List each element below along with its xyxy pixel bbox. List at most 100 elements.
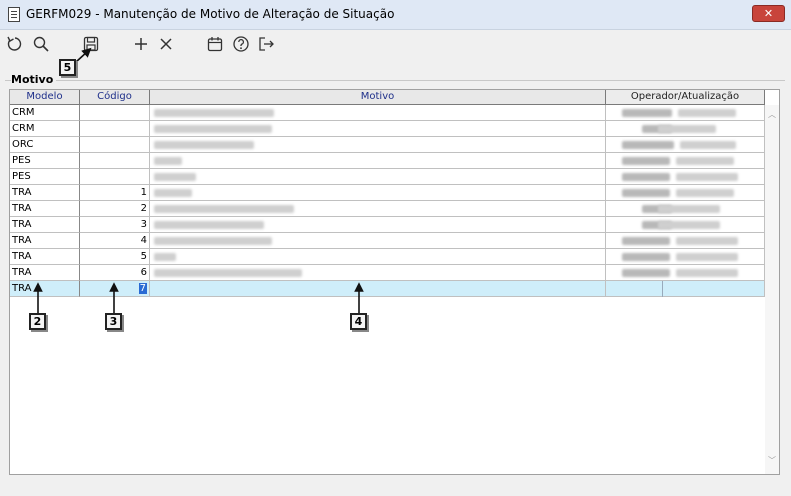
table-row[interactable]: TRA 2 xyxy=(10,201,765,217)
cell-modelo[interactable]: PES xyxy=(10,153,80,169)
column-header-operador[interactable]: Operador/Atualização xyxy=(606,90,765,105)
cell-operador[interactable] xyxy=(606,105,765,121)
cell-operador[interactable] xyxy=(606,233,765,249)
cell-modelo[interactable]: TRA xyxy=(10,281,80,297)
redacted-text xyxy=(622,157,670,165)
redacted-text xyxy=(676,173,738,181)
refresh-icon[interactable] xyxy=(5,34,25,54)
table-row[interactable]: PES xyxy=(10,153,765,169)
cell-motivo[interactable] xyxy=(150,185,606,201)
redacted-text xyxy=(622,141,674,149)
column-header-motivo[interactable]: Motivo xyxy=(150,90,606,105)
cell-codigo[interactable] xyxy=(80,105,150,121)
codigo-value[interactable]: 7 xyxy=(138,283,147,294)
document-icon xyxy=(8,7,20,22)
cell-motivo[interactable] xyxy=(150,265,606,281)
scroll-down-icon[interactable]: ﹀ xyxy=(768,457,776,465)
cell-codigo[interactable]: 3 xyxy=(80,217,150,233)
redacted-text xyxy=(622,269,670,277)
redacted-text xyxy=(658,221,720,229)
cell-modelo[interactable]: TRA xyxy=(10,201,80,217)
scroll-up-icon[interactable]: ︿ xyxy=(768,111,776,119)
redacted-text xyxy=(676,157,734,165)
cell-codigo-editing[interactable]: 7 xyxy=(80,281,150,297)
cell-motivo[interactable] xyxy=(150,281,606,297)
cell-motivo[interactable] xyxy=(150,105,606,121)
table-row[interactable]: TRA 3 xyxy=(10,217,765,233)
cell-motivo[interactable] xyxy=(150,233,606,249)
cell-divider xyxy=(662,281,663,297)
close-button[interactable]: ✕ xyxy=(752,5,785,22)
cell-motivo[interactable] xyxy=(150,137,606,153)
redacted-text xyxy=(676,253,738,261)
group-divider xyxy=(5,80,785,81)
data-grid[interactable]: Modelo Código Motivo Operador/Atualizaçã… xyxy=(9,89,780,475)
cell-codigo[interactable] xyxy=(80,169,150,185)
search-icon[interactable] xyxy=(31,34,51,54)
cell-operador[interactable] xyxy=(606,121,765,137)
table-row[interactable]: TRA 4 xyxy=(10,233,765,249)
cell-codigo[interactable]: 5 xyxy=(80,249,150,265)
cell-codigo[interactable]: 1 xyxy=(80,185,150,201)
cell-operador[interactable] xyxy=(606,137,765,153)
cell-codigo[interactable] xyxy=(80,137,150,153)
redacted-text xyxy=(154,237,272,245)
cell-modelo[interactable]: CRM xyxy=(10,105,80,121)
cell-motivo[interactable] xyxy=(150,169,606,185)
cell-modelo[interactable]: CRM xyxy=(10,121,80,137)
cell-motivo[interactable] xyxy=(150,201,606,217)
cell-motivo[interactable] xyxy=(150,121,606,137)
exit-icon[interactable] xyxy=(256,34,276,54)
cell-codigo[interactable] xyxy=(80,153,150,169)
cell-operador[interactable] xyxy=(606,185,765,201)
add-icon[interactable] xyxy=(131,34,151,54)
table-row[interactable]: TRA 1 xyxy=(10,185,765,201)
cell-operador[interactable] xyxy=(606,217,765,233)
cell-motivo[interactable] xyxy=(150,153,606,169)
redacted-text xyxy=(676,237,738,245)
title-bar: GERFM029 - Manutenção de Motivo de Alter… xyxy=(0,0,791,30)
cell-modelo[interactable]: TRA xyxy=(10,265,80,281)
cell-modelo[interactable]: TRA xyxy=(10,249,80,265)
selected-row[interactable]: TRA 7 xyxy=(10,281,765,297)
cell-motivo[interactable] xyxy=(150,217,606,233)
cell-modelo[interactable]: TRA xyxy=(10,185,80,201)
redacted-text xyxy=(154,253,176,261)
cell-codigo[interactable]: 4 xyxy=(80,233,150,249)
cell-operador[interactable] xyxy=(606,281,765,297)
redacted-text xyxy=(622,173,670,181)
table-row[interactable]: ORC xyxy=(10,137,765,153)
table-row[interactable]: CRM xyxy=(10,121,765,137)
table-row[interactable]: PES xyxy=(10,169,765,185)
cell-codigo[interactable]: 6 xyxy=(80,265,150,281)
redacted-text xyxy=(154,125,272,133)
cell-operador[interactable] xyxy=(606,169,765,185)
cell-modelo[interactable]: ORC xyxy=(10,137,80,153)
cell-codigo[interactable] xyxy=(80,121,150,137)
calendar-icon[interactable] xyxy=(205,34,225,54)
column-header-codigo[interactable]: Código xyxy=(80,90,150,105)
column-header-modelo[interactable]: Modelo xyxy=(10,90,80,105)
cell-codigo[interactable]: 2 xyxy=(80,201,150,217)
delete-icon[interactable] xyxy=(156,34,176,54)
cell-operador[interactable] xyxy=(606,153,765,169)
help-icon[interactable] xyxy=(231,34,251,54)
cell-motivo[interactable] xyxy=(150,249,606,265)
redacted-text xyxy=(154,269,302,277)
redacted-text xyxy=(154,109,274,117)
table-row[interactable]: TRA 6 xyxy=(10,265,765,281)
table-row[interactable]: CRM xyxy=(10,105,765,121)
cell-operador[interactable] xyxy=(606,201,765,217)
cell-operador[interactable] xyxy=(606,265,765,281)
cell-modelo[interactable]: TRA xyxy=(10,217,80,233)
redacted-text xyxy=(154,157,182,165)
redacted-text xyxy=(622,109,672,117)
cell-operador[interactable] xyxy=(606,249,765,265)
table-row[interactable]: TRA 5 xyxy=(10,249,765,265)
redacted-text xyxy=(154,141,254,149)
vertical-scrollbar[interactable]: ︿ ﹀ xyxy=(765,105,779,474)
save-icon[interactable] xyxy=(81,34,101,54)
group-label: Motivo xyxy=(11,73,57,86)
cell-modelo[interactable]: TRA xyxy=(10,233,80,249)
cell-modelo[interactable]: PES xyxy=(10,169,80,185)
